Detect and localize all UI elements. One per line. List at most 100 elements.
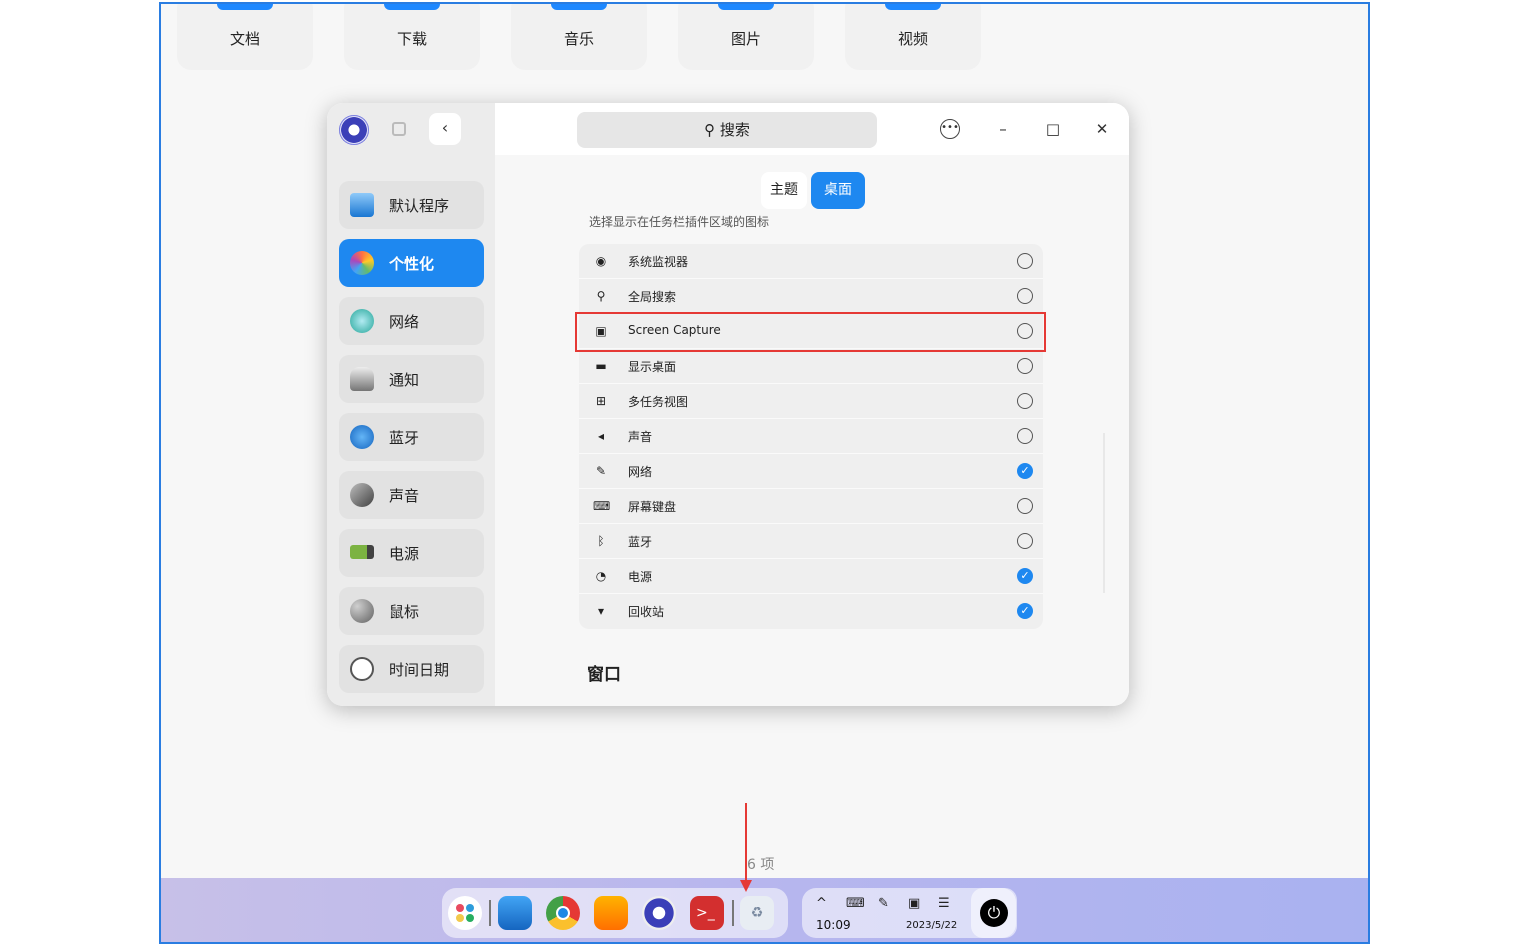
app-store-icon[interactable] bbox=[594, 896, 628, 930]
scrollbar[interactable] bbox=[1103, 433, 1105, 593]
keyboard-icon[interactable]: ⌨ bbox=[846, 896, 865, 911]
plugin-label: 电源 bbox=[628, 570, 653, 584]
settings-icon[interactable] bbox=[642, 896, 676, 930]
radio-button-checked[interactable]: ✓ bbox=[1017, 568, 1033, 584]
plugin-list: ◉ 系统监视器 ⚲ 全局搜索 ▣ Screen Capture ▬ 显示桌面 ⊞ 多任务视… bbox=[579, 244, 1043, 629]
dock-separator bbox=[732, 900, 734, 926]
radio-button[interactable] bbox=[1017, 253, 1033, 269]
radio-button[interactable] bbox=[1017, 498, 1033, 514]
file-manager-icon[interactable] bbox=[498, 896, 532, 930]
list-item[interactable]: ⌨ 屏幕键盘 bbox=[579, 489, 1043, 524]
sidebar-item-network[interactable]: 网络 bbox=[339, 297, 484, 345]
speaker-icon: ◂ bbox=[597, 429, 605, 443]
sidebar-item-sound[interactable]: 声音 bbox=[339, 471, 484, 519]
sidebar-item-label: 蓝牙 bbox=[389, 429, 420, 447]
bluetooth-icon: ᛒ bbox=[597, 534, 605, 548]
folder-tab bbox=[384, 4, 440, 10]
tab-theme[interactable]: 主题 bbox=[761, 172, 807, 209]
maximize-button[interactable]: □ bbox=[1041, 117, 1065, 141]
list-item[interactable]: ◔ 电源 ✓ bbox=[579, 559, 1043, 594]
sidebar-item-label: 通知 bbox=[389, 371, 420, 389]
sidebar-item-datetime[interactable]: 时间日期 bbox=[339, 645, 484, 693]
chrome-icon[interactable] bbox=[546, 896, 580, 930]
folder-videos[interactable]: 视频 bbox=[845, 4, 981, 70]
sidebar-item-notifications[interactable]: 通知 bbox=[339, 355, 484, 403]
back-button[interactable]: ‹ bbox=[429, 113, 461, 145]
sidebar-item-power[interactable]: 电源 bbox=[339, 529, 484, 577]
search-icon: ⚲ bbox=[596, 289, 606, 303]
sidebar: ‹ 默认程序 个性化 网络 通知 蓝牙 声音 电源 鼠标 时间日期 bbox=[327, 103, 495, 706]
power-icon[interactable]: ⏻ bbox=[980, 899, 1008, 927]
plugin-label: 系统监视器 bbox=[628, 255, 689, 269]
trash-icon[interactable]: ♻ bbox=[740, 896, 774, 930]
list-item[interactable]: ▬ 显示桌面 bbox=[579, 349, 1043, 384]
sidebar-item-label: 鼠标 bbox=[389, 603, 420, 621]
list-item[interactable]: ✎ 网络 ✓ bbox=[579, 454, 1043, 489]
default-apps-icon bbox=[350, 193, 374, 217]
launcher-icon[interactable] bbox=[448, 896, 482, 930]
screen-capture-icon[interactable]: ▣ bbox=[908, 896, 920, 911]
radio-button[interactable] bbox=[1017, 288, 1033, 304]
list-item[interactable]: ᛒ 蓝牙 bbox=[579, 524, 1043, 559]
clock-icon bbox=[350, 657, 374, 681]
search-icon: ⚲ bbox=[704, 121, 720, 139]
radio-button[interactable] bbox=[1017, 533, 1033, 549]
radio-button-checked[interactable]: ✓ bbox=[1017, 463, 1033, 479]
clock-date[interactable]: 2023/5/22 bbox=[906, 920, 957, 931]
menu-icon[interactable]: ••• bbox=[940, 119, 960, 139]
sidebar-item-bluetooth[interactable]: 蓝牙 bbox=[339, 413, 484, 461]
network-icon[interactable]: ✎ bbox=[878, 896, 889, 911]
folder-label: 音乐 bbox=[563, 30, 594, 48]
settings-window: ‹ 默认程序 个性化 网络 通知 蓝牙 声音 电源 鼠标 时间日期 ⚲ 搜索 •… bbox=[327, 103, 1129, 706]
list-item[interactable]: ▾ 回收站 ✓ bbox=[579, 594, 1043, 629]
dock-separator bbox=[489, 900, 491, 926]
search-input[interactable]: ⚲ 搜索 bbox=[577, 112, 877, 148]
list-item[interactable]: ⚲ 全局搜索 bbox=[579, 279, 1043, 314]
annotation-arrow-head bbox=[740, 880, 752, 892]
mouse-icon bbox=[350, 599, 374, 623]
radio-button-checked[interactable]: ✓ bbox=[1017, 603, 1033, 619]
sidebar-item-label: 网络 bbox=[389, 313, 420, 331]
list-item[interactable]: ◂ 声音 bbox=[579, 419, 1043, 454]
annotation-highlight bbox=[575, 312, 1046, 352]
sidebar-item-label: 默认程序 bbox=[389, 197, 450, 215]
annotation-arrow bbox=[745, 803, 747, 883]
folder-downloads[interactable]: 下载 bbox=[344, 4, 480, 70]
section-description: 选择显示在任务栏插件区域的图标 bbox=[589, 215, 770, 229]
settings-logo-icon bbox=[339, 115, 369, 145]
power-icon: ◔ bbox=[595, 569, 607, 583]
radio-button[interactable] bbox=[1017, 393, 1033, 409]
system-monitor-icon: ◉ bbox=[595, 254, 607, 268]
folder-pictures[interactable]: 图片 bbox=[678, 4, 814, 70]
item-count: 6 项 bbox=[747, 857, 775, 873]
folder-tab bbox=[217, 4, 273, 10]
sidebar-toggle-icon[interactable] bbox=[392, 122, 406, 136]
plugin-label: 全局搜索 bbox=[628, 290, 677, 304]
dock: >_ ♻ bbox=[442, 888, 788, 938]
list-item[interactable]: ⊞ 多任务视图 bbox=[579, 384, 1043, 419]
terminal-icon[interactable]: >_ bbox=[690, 896, 724, 930]
chevron-up-icon[interactable]: ^ bbox=[816, 896, 827, 911]
minimize-button[interactable]: – bbox=[991, 117, 1015, 141]
folder-documents[interactable]: 文档 bbox=[177, 4, 313, 70]
plugin-label: 多任务视图 bbox=[628, 395, 689, 409]
bluetooth-icon bbox=[350, 425, 374, 449]
folder-label: 文档 bbox=[229, 30, 260, 48]
clock-time[interactable]: 10:09 bbox=[816, 918, 851, 932]
list-item[interactable]: ◉ 系统监视器 bbox=[579, 244, 1043, 279]
folder-label: 图片 bbox=[730, 30, 761, 48]
radio-button[interactable] bbox=[1017, 358, 1033, 374]
sidebar-item-mouse[interactable]: 鼠标 bbox=[339, 587, 484, 635]
close-button[interactable]: ✕ bbox=[1090, 117, 1114, 141]
plugin-label: 网络 bbox=[628, 465, 653, 479]
sidebar-item-default-apps[interactable]: 默认程序 bbox=[339, 181, 484, 229]
sidebar-item-label: 电源 bbox=[389, 545, 420, 563]
plugin-label: 蓝牙 bbox=[628, 535, 653, 549]
speaker-icon bbox=[350, 483, 374, 507]
control-center-icon[interactable]: ☰ bbox=[938, 896, 950, 911]
sidebar-item-label: 个性化 bbox=[389, 255, 435, 273]
folder-music[interactable]: 音乐 bbox=[511, 4, 647, 70]
tab-desktop[interactable]: 桌面 bbox=[811, 172, 865, 209]
radio-button[interactable] bbox=[1017, 428, 1033, 444]
sidebar-item-personalization[interactable]: 个性化 bbox=[339, 239, 484, 287]
